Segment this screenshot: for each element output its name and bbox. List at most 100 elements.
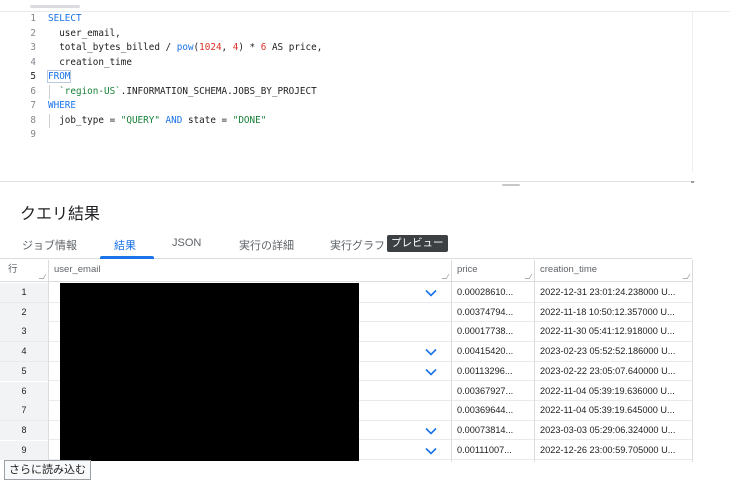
editor-tab-indicator [30,5,80,8]
code-token: .INFORMATION_SCHEMA.JOBS_BY_PROJECT [120,85,317,97]
code-token: ) * [238,42,261,53]
column-resize-grip[interactable] [682,274,691,279]
column-header-user-email[interactable]: user_email [48,260,451,282]
editor-resize-handle[interactable] [502,184,520,186]
chevron-down-icon[interactable] [424,286,438,300]
tab-execution-details[interactable]: 実行の詳細 [239,237,294,253]
code-text: total_bytes_billed / pow(1024, 4) * 6 AS… [48,41,322,56]
code-text: `region-US`.INFORMATION_SCHEMA.JOBS_BY_P… [48,85,317,100]
editor-edge-marker [691,181,694,183]
price-cell: 0.00028610... [457,287,514,297]
redacted-email-block [60,283,359,461]
table-header: 行 user_email price creation_time [0,260,692,282]
price-cell: 0.00374794... [457,306,514,317]
code-token: state = [187,114,233,126]
creation-time-cell: 2023-02-23 05:52:52.186000 U... [540,346,676,357]
editor-scrollbar[interactable] [692,12,693,172]
column-header-creation-time[interactable]: creation_time [534,260,692,282]
creation-time-cell: 2023-03-03 05:29:06.324000 U... [540,424,676,435]
tab-json[interactable]: JSON [172,237,201,249]
active-tab-indicator [100,256,154,259]
code-line[interactable]: 6 `region-US`.INFORMATION_SCHEMA.JOBS_BY… [0,85,692,100]
code-text: WHERE [48,99,76,114]
line-number: 6 [30,85,36,97]
row-number: 5 [0,361,48,381]
code-token: `region-US` [48,85,121,97]
price-cell: 0.00369644... [457,405,514,416]
code-area[interactable]: 1 SELECT 2 user_email, 3 total_bytes_billed… [0,12,692,172]
column-resize-grip[interactable] [441,274,450,279]
creation-time-cell: 2022-12-31 23:01:24.238000 U... [540,287,676,297]
code-text: FROM [46,70,72,85]
tab-results[interactable]: 結果 [114,237,136,253]
creation-time-cell: 2022-12-26 23:00:59.705000 U... [540,444,676,455]
column-resize-grip[interactable] [524,274,533,279]
row-number: 4 [0,342,48,362]
code-line[interactable]: 8 job_type = "QUERY" AND state = "DONE" [0,114,692,129]
sql-editor[interactable]: 1 SELECT 2 user_email, 3 total_bytes_billed… [0,0,730,180]
results-tabs: ジョブ情報 結果 JSON 実行の詳細 実行グラフ プレビュー [0,232,692,259]
code-text: job_type = "QUERY" AND state = "DONE" [48,114,266,129]
column-divider [451,260,452,462]
column-divider [48,260,49,462]
column-header-price[interactable]: price [451,260,534,282]
price-cell: 0.00367927... [457,385,514,396]
column-header-row-label: 行 [8,264,18,275]
chevron-down-icon[interactable] [424,365,438,379]
row-number: 9 [0,440,48,460]
editor-divider [0,181,695,182]
code-text: creation_time [48,56,132,71]
row-number: 7 [0,401,48,421]
column-resize-grip[interactable] [38,274,47,279]
chevron-down-icon[interactable] [424,444,438,458]
query-results-title: クエリ結果 [20,206,101,223]
code-token: , [221,42,233,53]
tab-execution-graph[interactable]: 実行グラフ [330,237,385,253]
code-line[interactable]: 2 user_email, [0,27,692,42]
code-token: AS price, [266,42,323,53]
row-number: 6 [0,381,48,401]
creation-time-cell: 2023-02-22 23:05:07.640000 U... [540,365,676,376]
row-number: 1 [0,283,48,302]
creation-time-cell: 2022-11-30 05:41:12.918000 U... [540,326,675,337]
editor-topbar [0,0,730,12]
indent-guide [49,113,50,128]
column-header-price-label: price [457,264,478,275]
column-divider [534,260,535,462]
row-number: 8 [0,420,48,440]
code-text: SELECT [48,12,82,27]
code-token: user_email, [48,27,121,39]
code-line[interactable]: 7 WHERE [0,99,692,114]
indent-guide [49,84,50,99]
chevron-down-icon[interactable] [424,345,438,359]
creation-time-cell: 2022-11-04 05:39:19.636000 U... [540,385,675,396]
code-token: "QUERY" [120,114,160,126]
code-token: FROM [46,70,72,83]
line-number: 8 [30,114,36,126]
preview-badge: プレビュー [387,235,448,252]
column-header-user-email-label: user_email [54,264,101,275]
code-token: "DONE" [232,114,267,126]
line-number: 3 [30,42,36,53]
tab-job-info[interactable]: ジョブ情報 [22,237,77,253]
code-line[interactable]: 4 creation_time [0,56,692,71]
code-line[interactable]: 5 FROM [0,70,692,85]
line-number: 5 [30,71,36,82]
load-more-button[interactable]: さらに読み込む [4,460,91,480]
code-token: WHERE [48,100,76,111]
code-text: user_email, [48,27,121,42]
price-cell: 0.00073814... [457,424,514,435]
code-line[interactable]: 9 [0,128,692,143]
column-header-creation-time-label: creation_time [540,264,598,275]
code-token: total_bytes_billed / [48,42,177,53]
line-number: 7 [30,100,36,111]
code-line[interactable]: 3 total_bytes_billed / pow(1024, 4) * 6 … [0,41,692,56]
code-line[interactable]: 1 SELECT [0,12,692,27]
code-token: 1024 [199,42,222,53]
line-number: 2 [30,27,36,39]
row-number: 2 [0,302,48,322]
price-cell: 0.00017738... [457,326,514,337]
chevron-down-icon[interactable] [424,424,438,438]
creation-time-cell: 2022-11-18 10:50:12.357000 U... [540,306,675,317]
price-cell: 0.00415420... [457,346,514,357]
